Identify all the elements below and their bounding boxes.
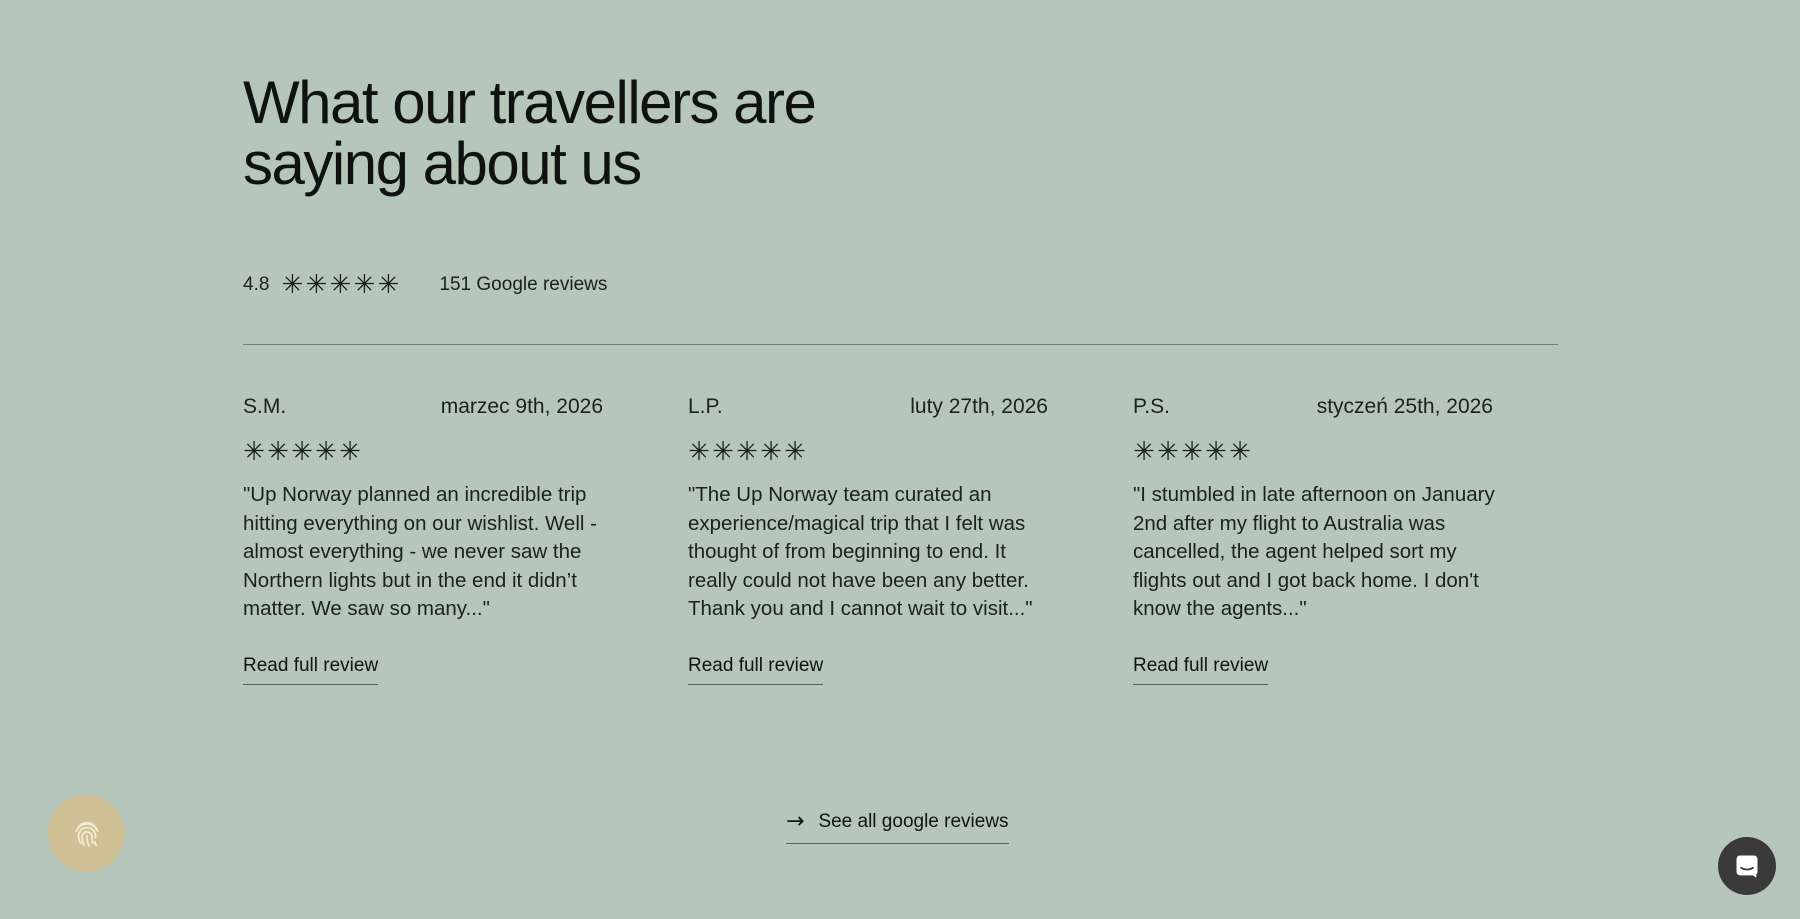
- star-icon: ✳: [339, 437, 361, 467]
- review-date: luty 27th, 2026: [910, 395, 1048, 418]
- see-all-label: See all google reviews: [818, 811, 1009, 832]
- star-icon: ✳: [281, 270, 304, 300]
- star-icon: ✳: [736, 437, 758, 467]
- star-icon: ✳: [377, 270, 400, 300]
- review-header: L.P. luty 27th, 2026: [688, 395, 1048, 425]
- star-icon: ✳: [315, 437, 337, 467]
- star-icon: ✳: [712, 437, 734, 467]
- heading-line-2: saying about us: [243, 130, 642, 197]
- star-icon: ✳: [267, 437, 289, 467]
- reviews-section: What our travellers are saying about us …: [243, 0, 1558, 919]
- star-icon: ✳: [760, 437, 782, 467]
- review-text: "Up Norway planned an incredible trip hi…: [243, 483, 597, 620]
- star-icon: ✳: [353, 270, 376, 300]
- review-card: P.S. styczeń 25th, 2026 ✳ ✳ ✳ ✳ ✳ "I stu…: [1133, 395, 1495, 685]
- star-icon: ✳: [1157, 437, 1179, 467]
- review-text: "I stumbled in late afternoon on January…: [1133, 483, 1495, 620]
- star-icon: ✳: [784, 437, 806, 467]
- star-icon: ✳: [243, 437, 265, 467]
- read-full-review-link[interactable]: Read full review: [688, 655, 824, 685]
- arrow-right-icon: →: [786, 809, 805, 834]
- fingerprint-icon: [74, 821, 99, 847]
- read-full-review-link[interactable]: Read full review: [1133, 655, 1269, 685]
- star-icon: ✳: [1133, 437, 1155, 467]
- rating-stars: ✳ ✳ ✳ ✳ ✳: [281, 270, 400, 300]
- cookie-consent-button[interactable]: [48, 795, 125, 872]
- overall-rating: 4.8 ✳ ✳ ✳ ✳ ✳ 151 Google reviews: [243, 272, 607, 298]
- see-all-reviews-link[interactable]: → See all google reviews: [786, 811, 1009, 844]
- star-icon: ✳: [291, 437, 313, 467]
- divider: [243, 344, 1558, 345]
- read-full-review-link[interactable]: Read full review: [243, 655, 379, 685]
- rating-value: 4.8: [243, 274, 270, 295]
- review-stars: ✳ ✳ ✳ ✳ ✳: [688, 437, 1048, 467]
- review-author: S.M.: [243, 395, 287, 418]
- review-stars: ✳ ✳ ✳ ✳ ✳: [1133, 437, 1493, 467]
- star-icon: ✳: [329, 270, 352, 300]
- review-card: S.M. marzec 9th, 2026 ✳ ✳ ✳ ✳ ✳ "Up Norw…: [243, 395, 603, 685]
- star-icon: ✳: [1229, 437, 1251, 467]
- review-text: "The Up Norway team curated an experienc…: [688, 483, 1033, 620]
- review-header: P.S. styczeń 25th, 2026: [1133, 395, 1493, 425]
- chat-icon: [1736, 855, 1758, 878]
- heading-line-1: What our travellers are: [243, 69, 817, 136]
- review-stars: ✳ ✳ ✳ ✳ ✳: [243, 437, 603, 467]
- review-count: 151 Google reviews: [439, 274, 608, 295]
- review-header: S.M. marzec 9th, 2026: [243, 395, 603, 425]
- star-icon: ✳: [305, 270, 328, 300]
- review-author: P.S.: [1133, 395, 1170, 418]
- review-author: L.P.: [688, 395, 723, 418]
- star-icon: ✳: [688, 437, 710, 467]
- star-icon: ✳: [1181, 437, 1203, 467]
- star-icon: ✳: [1205, 437, 1227, 467]
- review-card: L.P. luty 27th, 2026 ✳ ✳ ✳ ✳ ✳ "The Up N…: [688, 395, 1048, 685]
- review-date: styczeń 25th, 2026: [1316, 395, 1493, 418]
- section-heading: What our travellers are saying about us: [243, 72, 943, 194]
- chat-button[interactable]: [1718, 837, 1776, 895]
- review-date: marzec 9th, 2026: [440, 395, 603, 418]
